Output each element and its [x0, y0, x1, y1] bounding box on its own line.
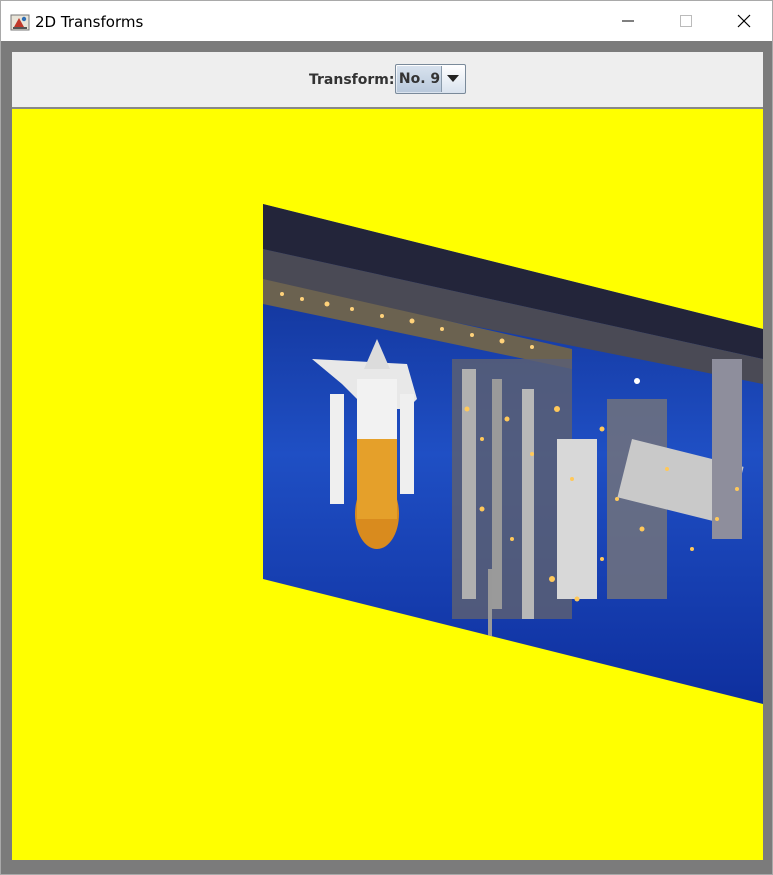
transform-select[interactable]: No. 9	[395, 64, 466, 94]
transform-selected-value: No. 9	[397, 66, 442, 92]
title-bar[interactable]: 2D Transforms	[1, 1, 772, 41]
launch-pad-photo	[263, 204, 763, 704]
transformed-image	[263, 204, 763, 704]
close-icon	[737, 14, 751, 28]
drawing-canvas[interactable]	[12, 109, 763, 860]
window-frame: Transform: No. 9	[1, 41, 772, 874]
chevron-down-icon	[447, 75, 459, 82]
java-app-icon	[10, 12, 30, 32]
minimize-button[interactable]	[599, 1, 657, 41]
close-button[interactable]	[715, 1, 773, 41]
transform-label: Transform:	[309, 72, 395, 88]
maximize-icon	[680, 15, 692, 27]
content-pane: Transform: No. 9	[12, 52, 763, 860]
control-panel: Transform: No. 9	[12, 52, 763, 109]
maximize-button[interactable]	[657, 1, 715, 41]
app-window: 2D Transforms Transform: No. 9	[0, 0, 773, 875]
window-title: 2D Transforms	[35, 13, 144, 31]
dropdown-button[interactable]	[441, 66, 464, 92]
minimize-icon	[622, 20, 634, 22]
